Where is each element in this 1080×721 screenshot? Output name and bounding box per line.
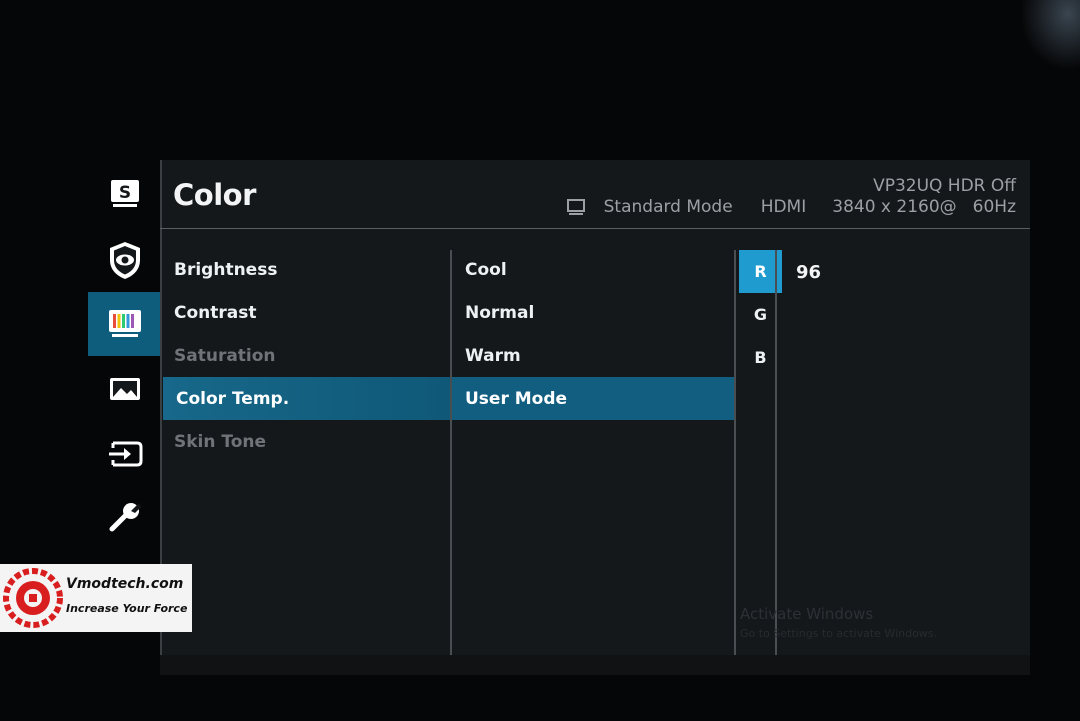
sidebar-item-splendid[interactable]: S	[88, 162, 161, 226]
column-divider	[775, 250, 777, 655]
status-refresh: 60Hz	[972, 197, 1016, 217]
temp-option-normal[interactable]: Normal	[452, 291, 736, 334]
menu-item-brightness[interactable]: Brightness	[163, 248, 450, 291]
header-divider	[160, 228, 1030, 229]
temp-option-warm[interactable]: Warm	[452, 334, 736, 377]
menu-item-color-temp[interactable]: Color Temp.	[163, 377, 450, 420]
page-title: Color	[173, 178, 256, 212]
image-icon	[109, 378, 140, 400]
logo-brand: Vmodtech.com	[66, 576, 184, 592]
monitor-icon	[566, 199, 585, 215]
color-temp-menu: Cool Normal Warm User Mode	[452, 248, 736, 420]
menu-item-skin-tone: Skin Tone	[174, 431, 267, 452]
input-select-icon	[108, 441, 142, 467]
color-icon	[108, 310, 141, 337]
logo-tagline: Increase Your Force	[66, 602, 188, 615]
status-bar: Standard Mode HDMI 3840 x 2160@ 60Hz	[566, 197, 1016, 217]
column-divider	[734, 250, 736, 655]
menu-item-saturation: Saturation	[174, 345, 276, 366]
temp-option-user-mode[interactable]: User Mode	[452, 377, 736, 420]
sidebar-item-eye-care[interactable]	[88, 228, 161, 292]
color-menu: Brightness Contrast Saturation Color Tem…	[163, 248, 450, 463]
bezel-glare	[1020, 0, 1080, 70]
vmodtech-logo: Vmodtech.com Increase Your Force	[0, 564, 192, 632]
rgb-value: 96	[796, 262, 822, 283]
activate-windows-title: Activate Windows	[740, 605, 874, 623]
model-info: VP32UQ HDR Off	[873, 176, 1016, 196]
status-mode: Standard Mode	[603, 197, 733, 217]
sidebar-item-system-setup[interactable]	[88, 486, 161, 550]
status-input: HDMI	[760, 197, 807, 217]
temp-option-cool[interactable]: Cool	[452, 248, 736, 291]
sidebar-item-input-select[interactable]	[88, 422, 161, 486]
splendid-icon: S	[110, 180, 139, 207]
sidebar-item-image[interactable]	[88, 357, 161, 421]
status-resolution: 3840 x 2160@	[832, 197, 957, 217]
system-setup-icon	[109, 503, 141, 532]
osd-panel: Color VP32UQ HDR Off Standard Mode HDMI …	[160, 160, 1030, 675]
vmodtech-emblem-icon	[3, 568, 63, 628]
menu-item-contrast[interactable]: Contrast	[163, 291, 450, 334]
sidebar-item-color[interactable]	[88, 292, 161, 356]
osd-sidebar: S	[88, 160, 161, 630]
panel-bottom	[160, 655, 1030, 675]
eye-care-icon	[109, 242, 140, 279]
svg-text:S: S	[118, 183, 130, 203]
activate-windows-subtitle: Go to Settings to activate Windows.	[740, 627, 938, 640]
